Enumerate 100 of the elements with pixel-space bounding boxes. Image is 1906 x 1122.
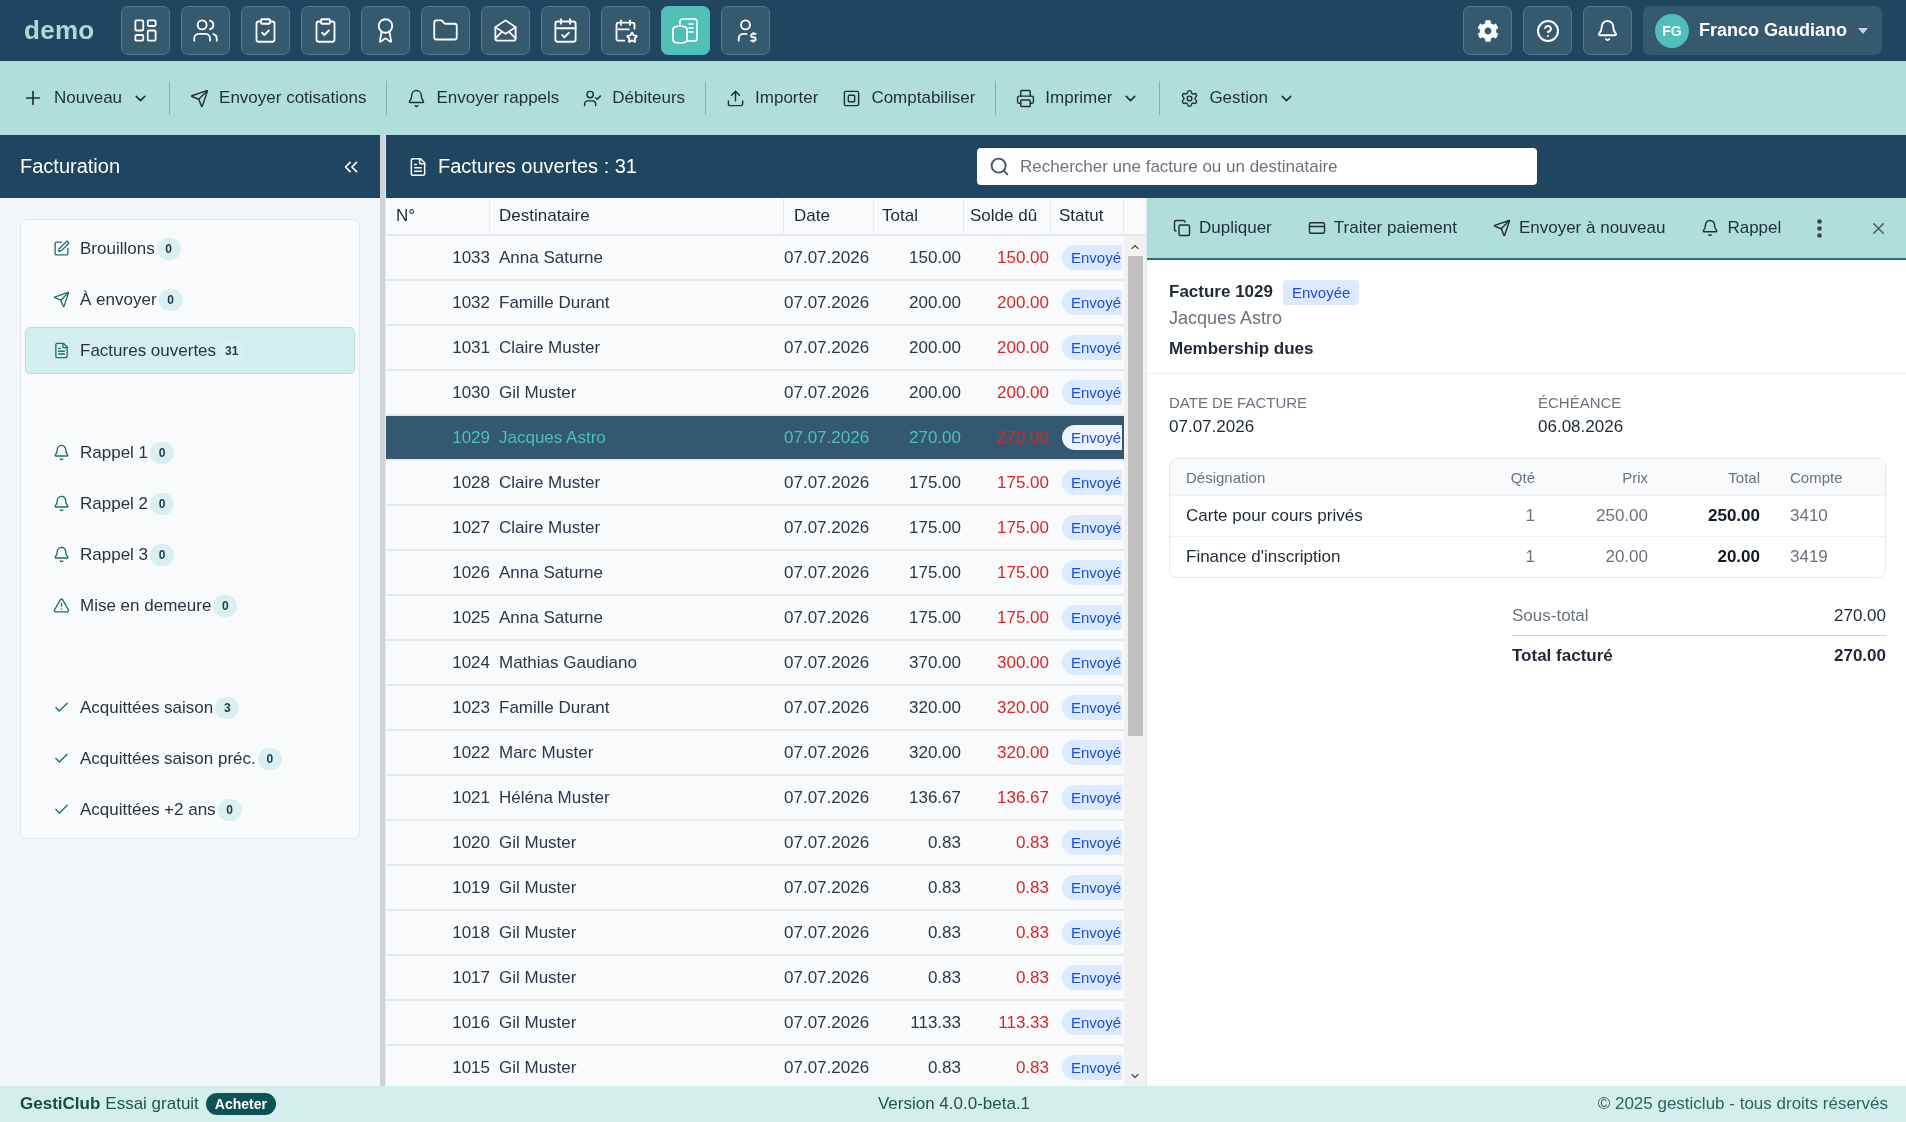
table-cell-text: Famille Durant <box>498 292 611 313</box>
table-cell-text: 0.83 <box>1014 832 1050 853</box>
toolbar-button[interactable]: Débiteurs <box>571 76 698 120</box>
table-cell-text: Anna Saturne <box>498 562 604 583</box>
notifications-button[interactable] <box>1583 6 1632 55</box>
credit-card-icon <box>1307 219 1326 237</box>
table-cell-text: 07.07.2026 <box>784 517 871 538</box>
sidebar-item[interactable]: Rappel 1 0 <box>25 429 355 476</box>
column-header[interactable]: Statut <box>1051 198 1124 234</box>
status-badge: Envoyé <box>1062 830 1123 855</box>
app-button[interactable] <box>720 6 770 55</box>
sidebar-item[interactable]: Factures ouvertes 31 <box>25 327 355 374</box>
table-cell-text: 200.00 <box>996 337 1050 358</box>
table-cell-text: Finance d'inscription <box>1185 547 1342 567</box>
table-cell-text: 113.33 <box>909 1012 962 1033</box>
action-button[interactable]: Envoyer à nouveau <box>1484 208 1674 248</box>
table-cell-text: 07.07.2026 <box>784 652 871 673</box>
square-icon <box>842 88 862 108</box>
calendar-check-icon <box>551 17 579 44</box>
buy-button[interactable]: Acheter <box>205 1093 276 1115</box>
count-badge: 0 <box>150 492 175 515</box>
table-row[interactable]: 1029 Jacques Astro 07.07.2026 270.00 270.00 Envoyé <box>386 416 1124 461</box>
table-cell-text: Claire Muster <box>498 517 602 538</box>
warning-icon <box>53 597 70 614</box>
table-cell-text: 1033 <box>451 247 490 268</box>
sidebar-item[interactable]: Acquittées +2 ans 0 <box>25 786 355 833</box>
help-button[interactable] <box>1523 6 1572 55</box>
table-cell-text: 07.07.2026 <box>784 742 871 763</box>
action-button[interactable]: Traiter paiement <box>1299 208 1465 248</box>
status-badge: Envoyé <box>1062 605 1123 630</box>
column-header[interactable]: Solde dû <box>964 198 1051 234</box>
table-cell-text: 1027 <box>451 517 490 538</box>
document-icon <box>53 342 70 359</box>
envelope-icon <box>491 17 519 44</box>
table-cell-text: 07.07.2026 <box>784 562 871 583</box>
sidebar-item[interactable]: Rappel 3 0 <box>25 531 355 578</box>
app-button[interactable] <box>180 6 230 55</box>
toolbar-button[interactable]: Gestion <box>1168 76 1307 120</box>
table-cell-text: 0.83 <box>926 967 962 988</box>
sidebar-item[interactable]: Rappel 2 0 <box>25 480 355 527</box>
list-title: Factures ouvertes : 31 <box>438 155 637 178</box>
count-badge: 3 <box>215 696 240 719</box>
total-label: Total facturé <box>1512 646 1613 666</box>
app-button[interactable] <box>540 6 590 55</box>
toolbar-button[interactable]: Comptabiliser <box>830 76 988 120</box>
settings-button[interactable] <box>1463 6 1512 55</box>
table-cell-text: 200.00 <box>996 382 1050 403</box>
sidebar-item[interactable]: Brouillons 0 <box>25 225 355 272</box>
column-header[interactable]: Date <box>784 198 874 234</box>
status-badge: Envoyé <box>1062 965 1123 990</box>
app-button[interactable] <box>120 6 170 55</box>
scrollbar[interactable] <box>1124 236 1146 1086</box>
table-cell-text: Claire Muster <box>498 337 602 358</box>
toolbar-button[interactable]: Envoyer cotisations <box>178 76 379 120</box>
app-button[interactable] <box>480 6 530 55</box>
table-cell-text: 320.00 <box>908 742 962 763</box>
table-cell-text: 20.00 <box>1716 547 1760 567</box>
app-button[interactable] <box>240 6 290 55</box>
table-cell-text: 1030 <box>451 382 490 403</box>
bell-icon <box>407 88 427 108</box>
table-cell-text: 07.07.2026 <box>784 967 871 988</box>
toolbar-button[interactable]: Envoyer rappels <box>395 76 572 120</box>
column-header[interactable]: Destinataire <box>490 198 784 234</box>
toolbar-button[interactable]: Nouveau <box>10 76 162 120</box>
status-badge: Envoyé <box>1062 290 1123 315</box>
table-cell-text: 0.83 <box>1014 877 1050 898</box>
table-cell-text: Mathias Gaudiano <box>498 652 638 673</box>
scrollbar-thumb[interactable] <box>1127 256 1143 736</box>
status-badge: Envoyé <box>1062 740 1123 765</box>
table-cell-text: 175.00 <box>996 517 1050 538</box>
toolbar-button[interactable]: Imprimer <box>1004 76 1152 120</box>
column-header[interactable]: N° <box>386 198 490 234</box>
toolbar-button[interactable]: Importer <box>714 76 831 120</box>
sidebar-item[interactable]: Mise en demeure 0 <box>25 582 355 629</box>
coins-document-icon <box>671 16 700 45</box>
sidebar-item[interactable]: Acquittées saison 3 <box>25 684 355 731</box>
app-button[interactable] <box>600 6 650 55</box>
app-button[interactable] <box>420 6 470 55</box>
action-button[interactable]: Rappel <box>1693 208 1790 248</box>
table-cell-text: 0.83 <box>926 877 962 898</box>
bell-icon <box>53 495 70 512</box>
edit-icon <box>53 240 70 257</box>
table-cell-text: 175.00 <box>996 472 1050 493</box>
table-cell-text: Anna Saturne <box>498 247 604 268</box>
action-button[interactable]: Dupliquer <box>1165 208 1280 248</box>
table-cell-text: 1023 <box>451 697 490 718</box>
app-button[interactable] <box>360 6 410 55</box>
invoice-subject: Membership dues <box>1169 339 1314 359</box>
column-header[interactable]: Total <box>874 198 964 234</box>
user-menu-button[interactable]: FG Franco Gaudiano <box>1643 6 1882 55</box>
app-button[interactable] <box>300 6 350 55</box>
status-badge: Envoyé <box>1062 1010 1123 1035</box>
count-badge: 0 <box>217 798 242 821</box>
sidebar-item[interactable]: À envoyer 0 <box>25 276 355 323</box>
sidebar-item[interactable]: Acquittées saison préc. 0 <box>25 735 355 782</box>
app-button[interactable] <box>660 6 710 55</box>
table-cell-text: 270.00 <box>996 427 1050 448</box>
table-cell-text: 150.00 <box>996 247 1050 268</box>
search-field[interactable]: Rechercher une facture ou un destinataire <box>977 148 1537 185</box>
table-cell-text: 1031 <box>451 337 490 358</box>
